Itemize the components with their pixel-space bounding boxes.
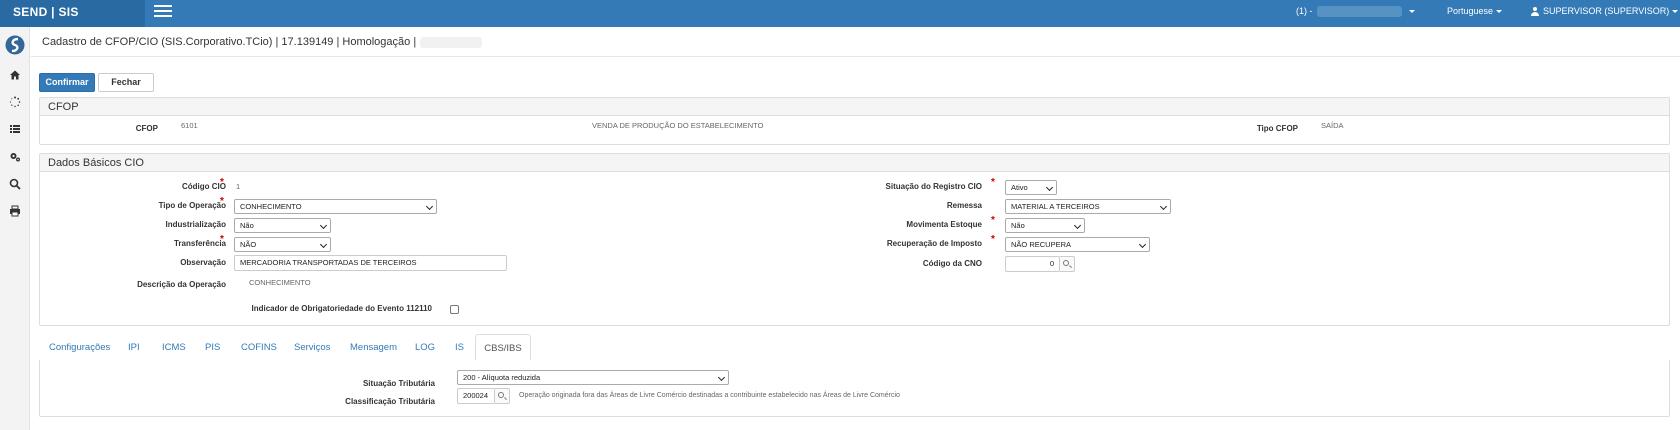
- transferencia-label: Transferência: [173, 239, 226, 248]
- cio-panel-body: Código CIO * 1 Tipo de Operação * CONHEC…: [40, 172, 1669, 325]
- cbs-ibs-panel-body: Situação Tributária 200 - Alíquota reduz…: [40, 360, 1669, 417]
- tab-icms[interactable]: ICMS: [162, 334, 186, 361]
- tipo-cfop-value: SAÍDA: [1321, 121, 1344, 130]
- print-icon[interactable]: [9, 205, 21, 217]
- page-title-bar: Cadastro de CFOP/CIO (SIS.Corporativo.TC…: [31, 27, 1680, 57]
- page-title: Cadastro de CFOP/CIO (SIS.Corporativo.TC…: [42, 36, 417, 48]
- user-name: SUPERVISOR (SUPERVISOR): [1543, 6, 1670, 16]
- required-marker: *: [991, 215, 995, 226]
- company-prefix: (1) -: [1296, 6, 1313, 16]
- cfop-panel-title: CFOP: [40, 98, 1669, 116]
- language-selector[interactable]: Portuguese: [1447, 0, 1503, 27]
- descricao-operacao-label: Descrição da Operação: [137, 280, 226, 289]
- required-marker: *: [991, 177, 995, 188]
- recuperacao-imposto-select[interactable]: NÃO RECUPERA: [1005, 237, 1150, 252]
- search-icon[interactable]: [9, 178, 21, 190]
- app-logo-icon[interactable]: [5, 35, 25, 55]
- codigo-cio-value: 1: [236, 182, 241, 191]
- tipo-operacao-label: Tipo de Operação: [158, 201, 226, 210]
- search-icon: [1063, 260, 1069, 266]
- sidebar: [0, 27, 30, 430]
- movimenta-estoque-select[interactable]: Não: [1005, 218, 1085, 233]
- classificacao-lookup-button[interactable]: [495, 388, 510, 404]
- tab-ipi[interactable]: IPI: [128, 334, 140, 361]
- user-menu[interactable]: SUPERVISOR (SUPERVISOR): [1531, 0, 1679, 27]
- tab-cbs-ibs[interactable]: CBS/IBS: [475, 334, 531, 361]
- close-button[interactable]: Fechar: [98, 73, 154, 92]
- codigo-cio-label: Código CIO: [182, 182, 226, 191]
- company-name-redacted: [1316, 6, 1402, 18]
- classificacao-tributaria-label: Classificação Tributária: [345, 397, 435, 406]
- spinner-icon[interactable]: [9, 96, 21, 108]
- language-label: Portuguese: [1447, 6, 1494, 16]
- cno-lookup-button[interactable]: [1060, 256, 1075, 272]
- classificacao-tributaria-input[interactable]: 200024: [457, 388, 495, 404]
- chevron-down-icon: [1408, 10, 1415, 14]
- cio-panel-title: Dados Básicos CIO: [40, 154, 1669, 172]
- tab-mensagem[interactable]: Mensagem: [350, 334, 397, 361]
- tipo-operacao-select[interactable]: CONHECIMENTO: [234, 199, 437, 214]
- confirm-button[interactable]: Confirmar: [39, 73, 95, 92]
- cfop-label: CFOP: [135, 124, 158, 133]
- gears-icon[interactable]: [9, 151, 21, 163]
- industrializacao-select[interactable]: Não: [234, 218, 331, 233]
- situacao-tributaria-select[interactable]: 200 - Alíquota reduzida: [457, 370, 729, 385]
- situacao-tributaria-label: Situação Tributária: [362, 379, 435, 388]
- required-marker: *: [220, 177, 224, 188]
- cfop-panel-body: CFOP 6101 VENDA DE PRODUÇÃO DO ESTABELEC…: [40, 116, 1669, 144]
- codigo-cno-label: Código da CNO: [922, 259, 982, 268]
- situacao-registro-label: Situação do Registro CIO: [885, 182, 982, 191]
- home-icon[interactable]: [9, 69, 21, 81]
- brand-logo[interactable]: SEND | SIS: [0, 0, 145, 27]
- observacao-input[interactable]: MERCADORIA TRANSPORTADAS DE TERCEIROS: [234, 255, 507, 271]
- industrializacao-label: Industrialização: [165, 220, 226, 229]
- indicador-label: Indicador de Obrigatoriedade do Evento 1…: [251, 304, 433, 313]
- user-icon: [1531, 7, 1539, 17]
- tab-pis[interactable]: PIS: [205, 334, 220, 361]
- search-icon: [498, 392, 504, 398]
- top-navbar: SEND | SIS (1) - Portuguese SUPERVISOR (…: [0, 0, 1680, 27]
- list-icon[interactable]: [9, 123, 21, 135]
- menu-toggle-icon[interactable]: [154, 5, 172, 20]
- cio-panel: Dados Básicos CIO Código CIO * 1 Tipo de…: [39, 153, 1670, 326]
- required-marker: *: [220, 196, 224, 207]
- transferencia-select[interactable]: NÃO: [234, 237, 331, 252]
- classificacao-tributaria-description: Operação originada fora das Áreas de Liv…: [519, 392, 900, 399]
- movimenta-estoque-label: Movimenta Estoque: [906, 220, 982, 229]
- cfop-panel: CFOP CFOP 6101 VENDA DE PRODUÇÃO DO ESTA…: [39, 97, 1670, 145]
- tab-log[interactable]: LOG: [415, 334, 435, 361]
- required-marker: *: [991, 234, 995, 245]
- environment-redacted: [420, 36, 483, 48]
- tab-is[interactable]: IS: [455, 334, 464, 361]
- recuperacao-imposto-label: Recuperação de Imposto: [886, 239, 982, 248]
- cbs-ibs-panel: Situação Tributária 200 - Alíquota reduz…: [39, 360, 1670, 417]
- remessa-select[interactable]: MATERIAL A TERCEIROS: [1005, 199, 1171, 214]
- tab-bar: Configurações IPI ICMS PIS COFINS Serviç…: [39, 334, 1670, 361]
- situacao-registro-select[interactable]: Ativo: [1005, 180, 1057, 195]
- cfop-description: VENDA DE PRODUÇÃO DO ESTABELECIMENTO: [592, 121, 764, 130]
- codigo-cno-input[interactable]: 0: [1005, 256, 1060, 272]
- indicador-checkbox[interactable]: [450, 305, 459, 314]
- descricao-operacao-value: CONHECIMENTO: [249, 278, 311, 287]
- tab-configuracoes[interactable]: Configurações: [49, 334, 110, 361]
- tab-cofins[interactable]: COFINS: [241, 334, 277, 361]
- chevron-down-icon: [1496, 10, 1503, 14]
- company-selector[interactable]: (1) -: [1296, 0, 1415, 27]
- cfop-value: 6101: [181, 121, 198, 130]
- tab-servicos[interactable]: Serviços: [294, 334, 330, 361]
- remessa-label: Remessa: [946, 201, 982, 210]
- tipo-cfop-label: Tipo CFOP: [1256, 124, 1298, 133]
- observacao-label: Observação: [180, 258, 226, 267]
- chevron-down-icon: [1672, 10, 1679, 14]
- required-marker: *: [220, 234, 224, 245]
